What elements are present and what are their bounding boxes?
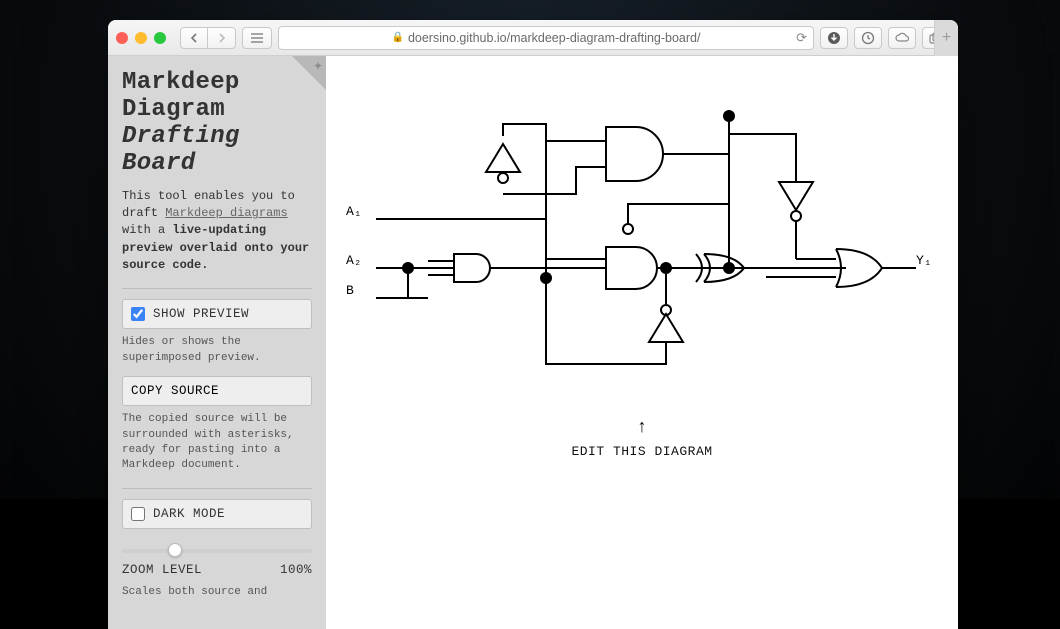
browser-window: 🔒 doersino.github.io/markdeep-diagram-dr… <box>108 20 958 629</box>
divider <box>122 488 312 489</box>
close-window-button[interactable] <box>116 32 128 44</box>
minimize-window-button[interactable] <box>135 32 147 44</box>
zoom-control: ZOOM LEVEL 100% Scales both source and <box>122 549 312 600</box>
show-preview-hint: Hides or shows the superimposed preview. <box>122 335 312 366</box>
zoom-hint: Scales both source and <box>122 585 312 600</box>
new-tab-button[interactable]: + <box>934 20 958 56</box>
reload-icon[interactable]: ⟳ <box>796 30 807 46</box>
lock-icon: 🔒 <box>392 32 404 43</box>
sidebar: Markdeep Diagram Drafting Board This too… <box>108 56 326 629</box>
dark-mode-checkbox[interactable] <box>131 507 145 521</box>
cloud-button[interactable] <box>888 27 916 49</box>
copy-source-button[interactable]: COPY SOURCE <box>122 376 312 406</box>
download-icon <box>827 31 841 45</box>
corner-fold-icon <box>292 56 326 90</box>
copy-source-label: COPY SOURCE <box>131 384 219 398</box>
zoom-window-button[interactable] <box>154 32 166 44</box>
show-preview-label: SHOW PREVIEW <box>153 307 249 321</box>
url-text: doersino.github.io/markdeep-diagram-draf… <box>408 31 701 45</box>
show-preview-checkbox[interactable] <box>131 307 145 321</box>
sidebar-description: This tool enables you to draft Markdeep … <box>122 188 312 275</box>
copy-source-hint: The copied source will be surrounded wit… <box>122 412 312 474</box>
browser-toolbar: 🔒 doersino.github.io/markdeep-diagram-dr… <box>108 20 958 56</box>
dark-mode-label: DARK MODE <box>153 507 225 521</box>
address-bar[interactable]: 🔒 doersino.github.io/markdeep-diagram-dr… <box>278 26 814 50</box>
zoom-slider-thumb[interactable] <box>168 543 182 557</box>
diagram-caption: EDIT THIS DIAGRAM <box>326 444 958 459</box>
sidebar-toggle-button[interactable] <box>242 27 272 49</box>
divider <box>122 288 312 289</box>
chevron-right-icon <box>218 33 226 43</box>
history-button[interactable] <box>854 27 882 49</box>
zoom-slider[interactable] <box>122 549 312 553</box>
markdeep-link[interactable]: Markdeep diagrams <box>165 206 287 220</box>
cloud-icon <box>894 32 910 44</box>
sidebar-icon <box>250 33 264 43</box>
clock-icon <box>861 31 875 45</box>
chevron-left-icon <box>190 33 198 43</box>
arrow-up-icon: ↑ <box>638 416 647 437</box>
forward-button[interactable] <box>208 27 236 49</box>
show-preview-toggle[interactable]: SHOW PREVIEW <box>122 299 312 329</box>
zoom-label: ZOOM LEVEL <box>122 563 202 577</box>
zoom-value: 100% <box>280 563 312 577</box>
page-content: Markdeep Diagram Drafting Board This too… <box>108 56 958 629</box>
toolbar-right <box>820 27 950 49</box>
downloads-button[interactable] <box>820 27 848 49</box>
dark-mode-toggle[interactable]: DARK MODE <box>122 499 312 529</box>
logic-circuit-diagram <box>336 64 948 384</box>
diagram-canvas[interactable]: A₁ A₂ B Y₁ <box>326 56 958 629</box>
nav-buttons <box>180 27 236 49</box>
back-button[interactable] <box>180 27 208 49</box>
page-title: Markdeep Diagram Drafting Board <box>122 70 312 178</box>
window-controls <box>116 32 166 44</box>
